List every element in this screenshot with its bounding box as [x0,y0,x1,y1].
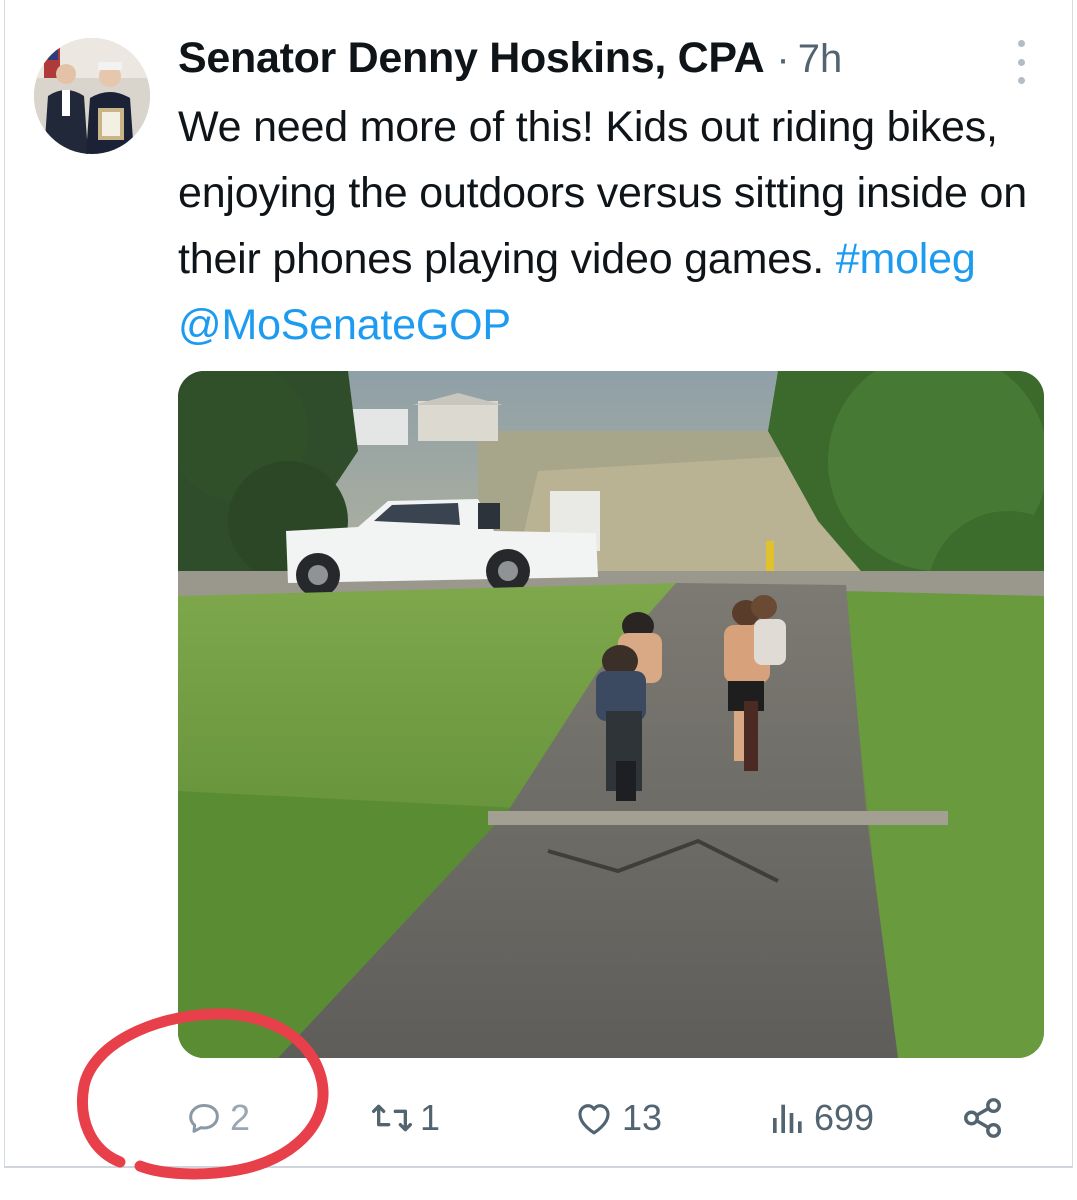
tweet-media-photo[interactable] [178,371,1044,1058]
reply-count: 2 [230,1097,251,1138]
hashtag-link[interactable]: #moleg [836,235,976,283]
tweet-text: We need more of this! Kids out riding bi… [178,94,1048,358]
tweet-action-bar: 2 1 13 699 [0,1084,1077,1152]
views-bar-icon [773,1104,802,1133]
share-icon [964,1098,1002,1138]
header-separator: · [776,37,790,81]
reply-icon [189,1104,219,1133]
mention-link[interactable]: @MoSenateGOP [178,301,511,349]
like-count: 13 [622,1097,663,1138]
heart-icon [578,1104,610,1135]
tweet-header: Senator Denny Hoskins, CPA · 7h [178,34,842,88]
retweet-count: 1 [420,1097,441,1138]
like-button[interactable]: 13 [572,1084,662,1152]
views-button[interactable]: 699 [768,1084,874,1152]
reply-button[interactable]: 2 [184,1084,250,1152]
retweet-button[interactable]: 1 [370,1084,440,1152]
author-avatar[interactable] [34,38,150,154]
retweet-icon [371,1104,412,1132]
tweet-timestamp[interactable]: 7h [798,37,843,82]
author-name[interactable]: Senator Denny Hoskins, CPA [178,34,765,83]
views-count: 699 [814,1097,875,1138]
share-button[interactable] [960,1084,1006,1152]
more-vertical-icon[interactable] [1004,40,1038,84]
